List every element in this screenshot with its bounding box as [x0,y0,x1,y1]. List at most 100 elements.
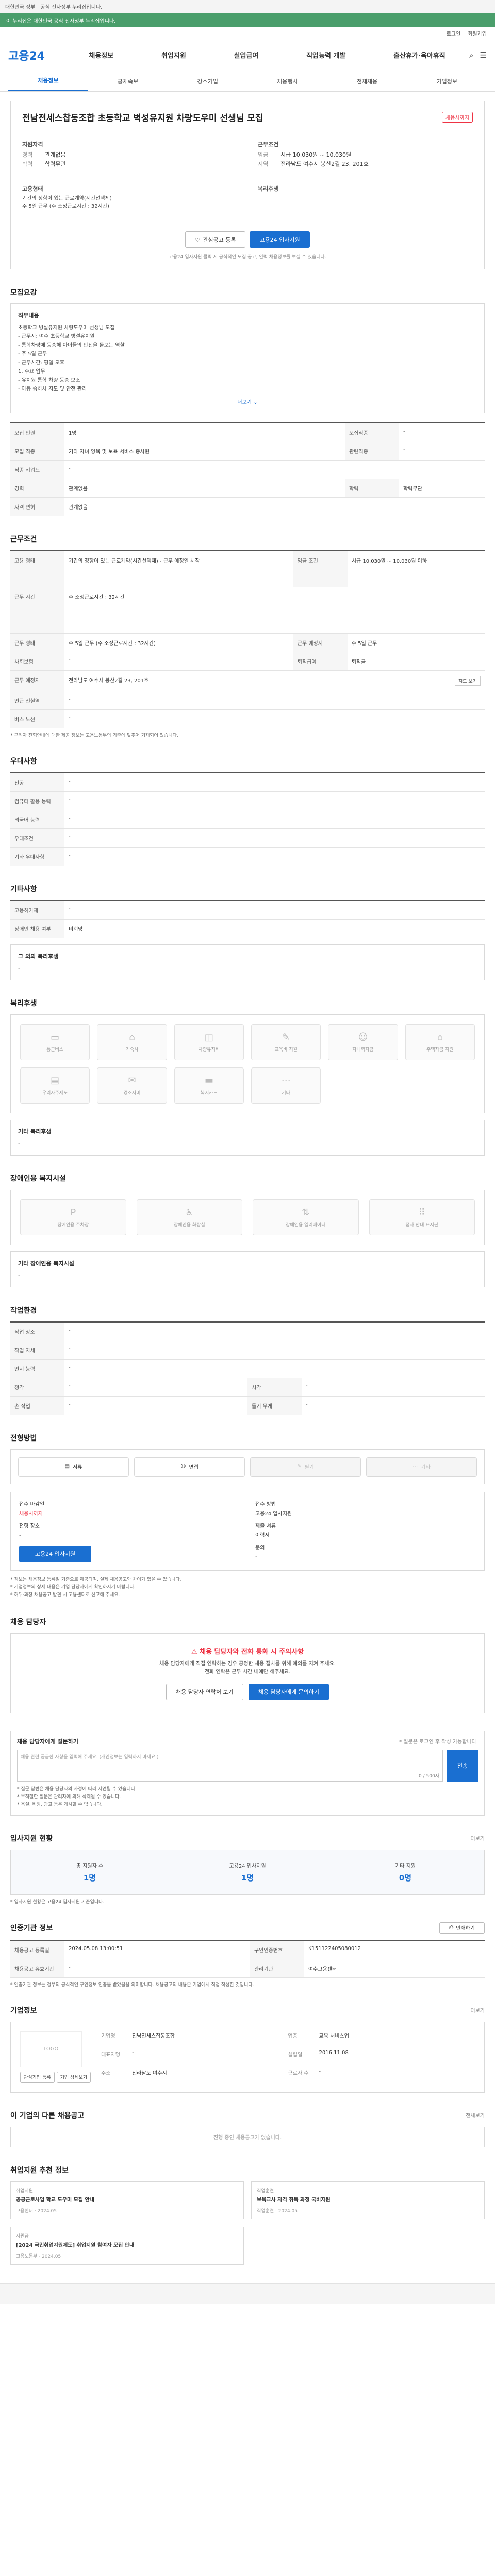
process-section: 전형방법 ▤ 서류 ☺ 면접 ✎ 필기 ⋯ 기타 접수 마감일 채용시까지 전형 장소 … [10,1433,485,1599]
job-summary-card: 전남전세스찹동조합 초등학교 벽성유지원 차량도우미 선생님 모집 채용시까지 … [10,101,485,269]
prefer-table: 전공 - 컴퓨터 활용 능력 - 외국어 능력 - 우대조건 - 기타 우대사항 - [10,772,485,866]
cell-value: - [64,847,485,866]
company-more-link[interactable]: 더보기 [470,2006,485,2014]
menu-icon[interactable]: ☰ [480,50,487,60]
cell-value: - [64,828,485,848]
duty-body: 초등학교 병설유지원 차량도우미 선생님 모집 - 근무지: 여수 초등학교 병… [18,325,125,392]
process-title: 전형방법 [10,1434,37,1443]
gnb-item-unemployment[interactable]: 실업급여 [234,50,259,60]
cell-value: - [64,810,485,829]
subnav-item-strong[interactable]: 강소기업 [168,77,248,86]
gnb-item-jobs[interactable]: 채용정보 [89,50,113,60]
condition-heading: 근무조건 [258,141,279,148]
etc-welfare-value: - [18,965,20,972]
doc-icon: ▤ [64,1464,70,1469]
qa-textarea[interactable]: 채용 관련 궁금한 사항을 입력해 주세요. (개인정보는 입력하지 마세요.)… [17,1749,443,1782]
qa-input-row: 채용 관련 궁금한 사항을 입력해 주세요. (개인정보는 입력하지 마세요.)… [17,1749,478,1782]
news-card[interactable]: 직업훈련 보육교사 자격 취득 과정 국비지원 직업훈련 · 2024.05 [251,2181,485,2219]
step-label: 필기 [304,1465,314,1470]
more-button[interactable]: 더보기 ⌄ [18,398,477,405]
cell-value: 퇴직금 [347,652,485,671]
disability-item: ♿ 장애인용 화장실 [136,1199,242,1235]
etc-welfare-box: 그 외의 복리후생 - [10,944,485,980]
search-icon[interactable]: ⌕ [469,50,473,60]
status-title: 입사지원 현황 [10,1834,53,1843]
company-detail-button[interactable]: 기업 상세보기 [56,2071,91,2083]
contact-alert-text: 채용 담당자와 전화 통화 시 주의사항 [200,1648,304,1656]
disability-label: 점자 안내 표지판 [405,1222,439,1228]
subnav-item-news[interactable]: 공채속보 [88,77,168,86]
table-row: 장애인 채용 여부 비희망 [10,919,485,938]
disability-etc-heading: 기타 장애인용 복지시설 [18,1260,74,1267]
subnav-item-company[interactable]: 기업정보 [407,77,487,86]
qa-send-button[interactable]: 전송 [447,1749,478,1782]
cell-key: 관련직종 [345,442,399,461]
edu-icon: ✎ [282,1031,290,1043]
welfare-label: 기숙사 [125,1047,139,1053]
cell-value: 주 5일 근무 [347,633,485,652]
cell-key: 근무 예정지 [293,633,348,652]
user-menu: 로그인 회원가입 [0,27,495,39]
login-link[interactable]: 로그인 [447,29,461,37]
cell-key: 퇴직급여 [293,652,348,671]
cell-key: 경력 [10,479,64,498]
disability-etc-value: - [18,1273,20,1279]
address-text: 전라남도 여수시 봉산2길 23, 201호 [69,677,149,684]
company-section: 기업정보 더보기 LOGO 관심기업 등록 기업 상세보기 기업명 전남전세스찹동… [10,2005,485,2093]
welfare-item: ☺ 자녀학자금 [328,1024,398,1060]
ask-contact-button[interactable]: 채용 담당자에게 문의하기 [248,1683,329,1700]
qa-login-note: * 질문은 로그인 후 작성 가능합니다. [399,1739,478,1745]
gov-banner-text: 이 누리집은 대한민국 공식 전자정부 누리집입니다. [6,18,116,24]
map-button[interactable]: 지도 보기 [455,675,481,686]
print-button[interactable]: ⎙ 인쇄하기 [439,1922,485,1934]
cell-key: 채용공고 유효기간 [10,1959,64,1978]
env-title: 작업환경 [10,1306,37,1315]
disability-item: ⇅ 장애인용 엘리베이터 [253,1199,359,1235]
gnb-item-training[interactable]: 직업능력 개발 [306,50,345,60]
table-row: 채용공고 유효기간 - 관리기관 여수고용센터 [10,1959,485,1978]
education-value: 학력무관 [45,161,66,167]
car-icon: ◫ [204,1031,213,1043]
cell-value: 학력무관 [399,479,485,498]
cell-value: 관계없음 [64,497,485,516]
subnav-item-all[interactable]: 전체채용 [327,77,407,86]
cell-key: 모집 직종 [10,442,64,461]
gnb-item-parental[interactable]: 출산휴가·육아휴직 [393,50,446,60]
company-value: 전라남도 여수시 [132,2070,167,2076]
gnb-item-support[interactable]: 취업지원 [161,50,186,60]
step-written: ✎ 필기 [250,1456,361,1477]
child-icon: ☺ [358,1031,368,1043]
warning-icon: ⚠ [191,1648,197,1656]
employment-form-heading: 고용형태 [22,185,43,192]
scrap-button[interactable]: ♡ 관심공고 등록 [185,231,246,248]
prefer-title: 우대사항 [10,757,37,766]
news-card[interactable]: 지원금 [2024 국민취업지원제도] 취업지원 참여자 모집 안내 고용노동부 ·… [10,2226,244,2265]
etc-title: 기타사항 [10,885,37,893]
cell-key: 작업 장소 [10,1321,64,1341]
news-card[interactable]: 취업지원 공공근로사업 학교 도우미 모집 안내 고용센터 · 2024.05 [10,2181,244,2219]
job-title: 전남전세스찹동조합 초등학교 벽성유지원 차량도우미 선생님 모집 [22,113,263,124]
table-row: 모집 인원 1명 모집직종 - [10,423,485,442]
site-logo[interactable]: 고용24 [8,47,65,63]
apply-label-2: 고용24 입사지원 [35,1550,76,1557]
fav-company-button[interactable]: 관심기업 등록 [20,2071,55,2083]
subnav-item-events[interactable]: 채용행사 [248,77,327,86]
career-value: 관계없음 [45,151,66,158]
table-row: 모집 직종 기타 자녀 양육 및 보육 서비스 종사원 관련직종 - [10,442,485,461]
apply-actions: ♡ 관심공고 등록 고용24 입사지원 [22,223,473,248]
status-more-link[interactable]: 더보기 [470,1834,485,1842]
table-row: 컴퓨터 활용 능력 - [10,791,485,810]
news-section: 취업지원 추천 정보 취업지원 공공근로사업 학교 도우미 모집 안내 고용센터 ·… [10,2165,485,2265]
welfare-item: ⌂ 주택자금 지원 [405,1024,475,1060]
cell-value: - [64,709,485,728]
apply-button[interactable]: 고용24 입사지원 [250,231,310,248]
table-row: 고용 형태 기간의 정함이 있는 근로계약(시간선택제) - 근무 예정일 시작 임… [10,551,485,587]
view-contact-button[interactable]: 채용 담당자 연락처 보기 [166,1683,243,1700]
apply-button-2[interactable]: 고용24 입사지원 [19,1545,91,1562]
welfare-label: 통근버스 [46,1047,64,1053]
subnav-item-jobinfo[interactable]: 채용정보 [8,72,88,91]
join-link[interactable]: 회원가입 [468,29,487,37]
welfare-label: 주택자금 지원 [426,1047,454,1053]
other-jobs-more-link[interactable]: 전체보기 [466,2111,485,2119]
cell-key: 근무 형태 [10,633,64,652]
